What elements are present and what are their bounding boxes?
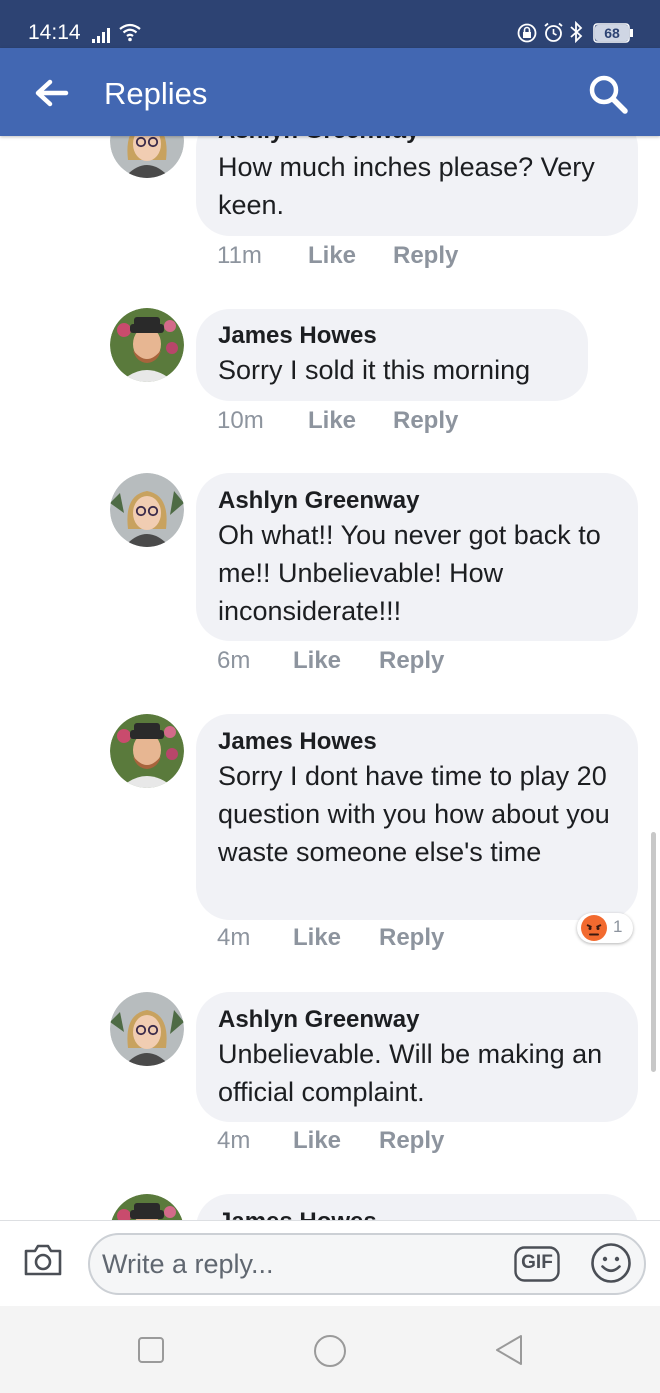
gif-label: GIF [521, 1252, 553, 1273]
avatar[interactable] [110, 992, 184, 1066]
avatar[interactable] [110, 714, 184, 788]
signal-icon [92, 28, 110, 43]
bluetooth-icon [570, 21, 583, 43]
comment-text: Oh what!! You never got back to me!! Unb… [218, 520, 601, 626]
alarm-icon [544, 22, 563, 42]
comment-bubble[interactable]: James Howes Sorry I dont have time to pl… [196, 714, 638, 920]
like-button[interactable]: Like [293, 924, 341, 952]
comment-time: 4m [217, 1127, 251, 1154]
angry-emoji-icon [581, 915, 607, 941]
avatar[interactable] [110, 308, 184, 382]
system-nav-bar [0, 1306, 660, 1393]
comment-time: 6m [217, 647, 251, 674]
comment-bubble[interactable]: Ashlyn Greenway Oh what!! You never got … [196, 473, 638, 641]
comment-list[interactable]: Ashlyn Greenway How much inches please? … [0, 136, 660, 1220]
like-button[interactable]: Like [293, 647, 341, 675]
reply-button[interactable]: Reply [379, 1127, 444, 1155]
like-button[interactable]: Like [308, 407, 356, 435]
comment-time: 11m [217, 242, 262, 269]
comment-text: Sorry I sold it this morning [218, 355, 531, 385]
reaction-badge[interactable]: 1 [577, 913, 633, 943]
reply-button[interactable]: Reply [379, 647, 444, 675]
emoji-icon[interactable] [590, 1242, 632, 1284]
lock-icon [517, 23, 537, 43]
comment-author[interactable]: James Howes [218, 1207, 616, 1220]
comment-author[interactable]: James Howes [218, 727, 616, 757]
nav-back-icon[interactable] [494, 1333, 524, 1367]
reply-button[interactable]: Reply [393, 407, 458, 435]
avatar[interactable] [110, 1194, 184, 1220]
like-button[interactable]: Like [308, 242, 356, 270]
comment-author[interactable]: Ashlyn Greenway [218, 136, 616, 146]
reply-button[interactable]: Reply [393, 242, 458, 270]
reaction-count: 1 [613, 917, 623, 936]
comment-text: Unbelievable. Will be making an official… [218, 1039, 603, 1107]
comment-text: How much inches please? Very keen. [218, 152, 595, 220]
comment-bubble[interactable]: James Howes Sorry I sold it this morning [196, 309, 588, 401]
comment-text: Sorry I dont have time to play 20 questi… [218, 761, 610, 867]
comment-time: 10m [217, 407, 264, 434]
battery-level: 68 [595, 25, 629, 41]
comment-author[interactable]: James Howes [218, 321, 566, 351]
camera-icon[interactable] [22, 1241, 64, 1279]
back-arrow-icon[interactable] [30, 74, 74, 112]
reply-input[interactable] [88, 1233, 646, 1295]
comment-bubble[interactable]: Ashlyn Greenway Unbelievable. Will be ma… [196, 992, 638, 1122]
page-title: Replies [104, 76, 208, 111]
search-icon[interactable] [586, 72, 630, 116]
comment-bubble[interactable]: Ashlyn Greenway How much inches please? … [196, 136, 638, 236]
nav-recents-icon[interactable] [137, 1336, 165, 1364]
comment-time: 4m [217, 924, 251, 951]
comment-author[interactable]: Ashlyn Greenway [218, 486, 616, 516]
gif-button[interactable]: GIF [514, 1246, 560, 1282]
comment-author[interactable]: Ashlyn Greenway [218, 1005, 616, 1035]
like-button[interactable]: Like [293, 1127, 341, 1155]
comment-bubble[interactable]: James Howes [196, 1194, 638, 1220]
status-bar: 14:14 68 [0, 0, 660, 48]
reply-composer: GIF [0, 1220, 660, 1306]
wifi-icon [119, 23, 141, 42]
nav-home-icon[interactable] [313, 1334, 347, 1368]
reply-button[interactable]: Reply [379, 924, 444, 952]
avatar[interactable] [110, 473, 184, 547]
avatar[interactable] [110, 136, 184, 178]
scrollbar[interactable] [651, 832, 656, 1072]
app-header: Replies [0, 48, 660, 136]
status-time: 14:14 [28, 21, 81, 44]
